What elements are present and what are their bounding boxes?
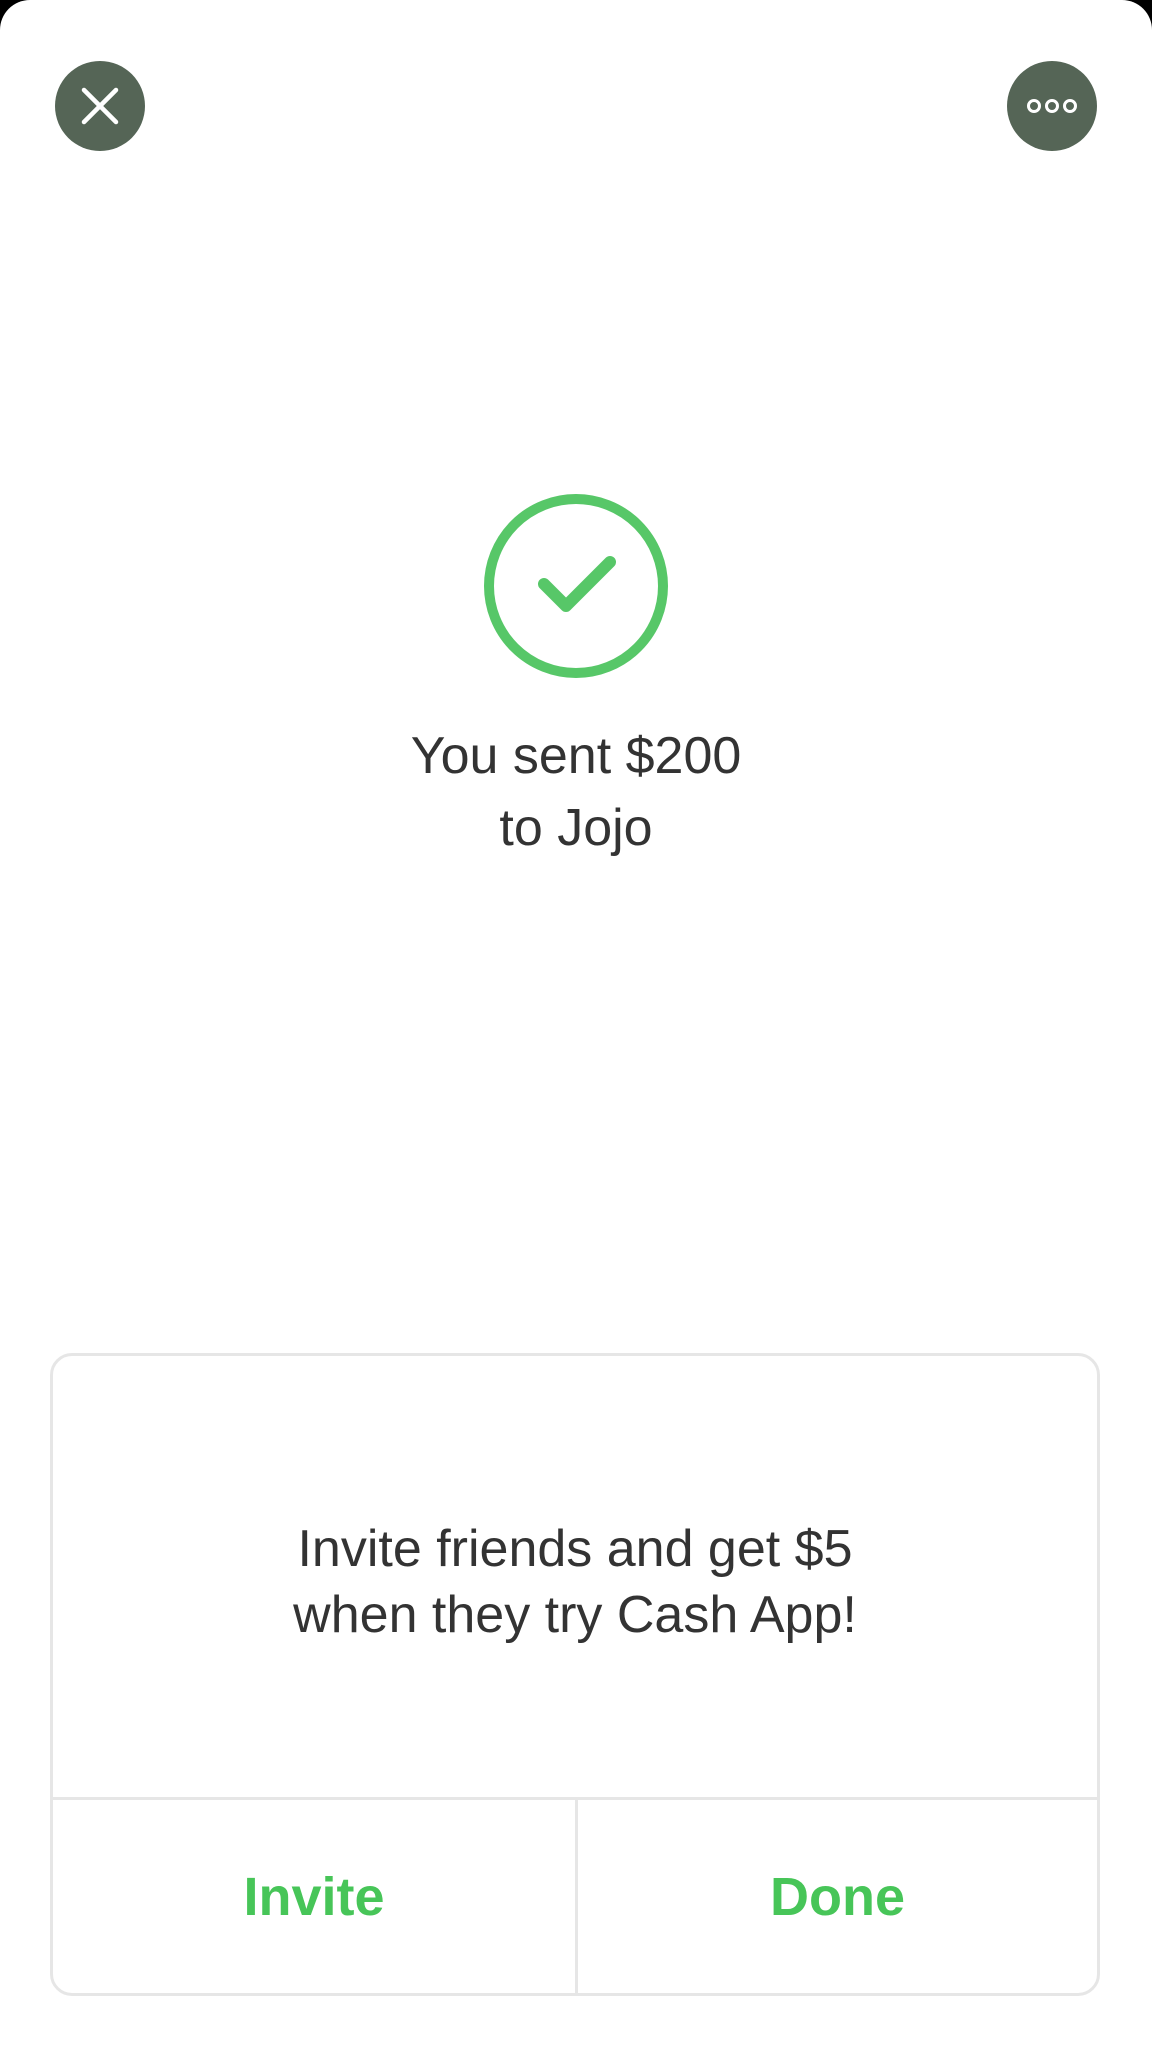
payment-message-line-1: You sent $200 [410, 727, 742, 785]
more-options-button[interactable] [1007, 61, 1097, 151]
close-icon [81, 87, 119, 125]
payment-message-line-2: to Jojo [499, 799, 653, 857]
done-button[interactable]: Done [578, 1800, 1097, 1993]
promo-text-line-2: when they try Cash App! [293, 1586, 857, 1644]
invite-button[interactable]: Invite [53, 1800, 575, 1993]
payment-message: You sent $200 to Jojo [0, 720, 1152, 864]
promo-text: Invite friends and get $5 when they try … [53, 1516, 1097, 1648]
check-circle-icon [484, 494, 668, 678]
payment-confirmation-screen: You sent $200 to Jojo Invite friends and… [0, 0, 1152, 2048]
invite-promo-card: Invite friends and get $5 when they try … [50, 1353, 1100, 1996]
promo-text-line-1: Invite friends and get $5 [297, 1520, 853, 1578]
close-button[interactable] [55, 61, 145, 151]
more-options-icon [1027, 99, 1077, 113]
